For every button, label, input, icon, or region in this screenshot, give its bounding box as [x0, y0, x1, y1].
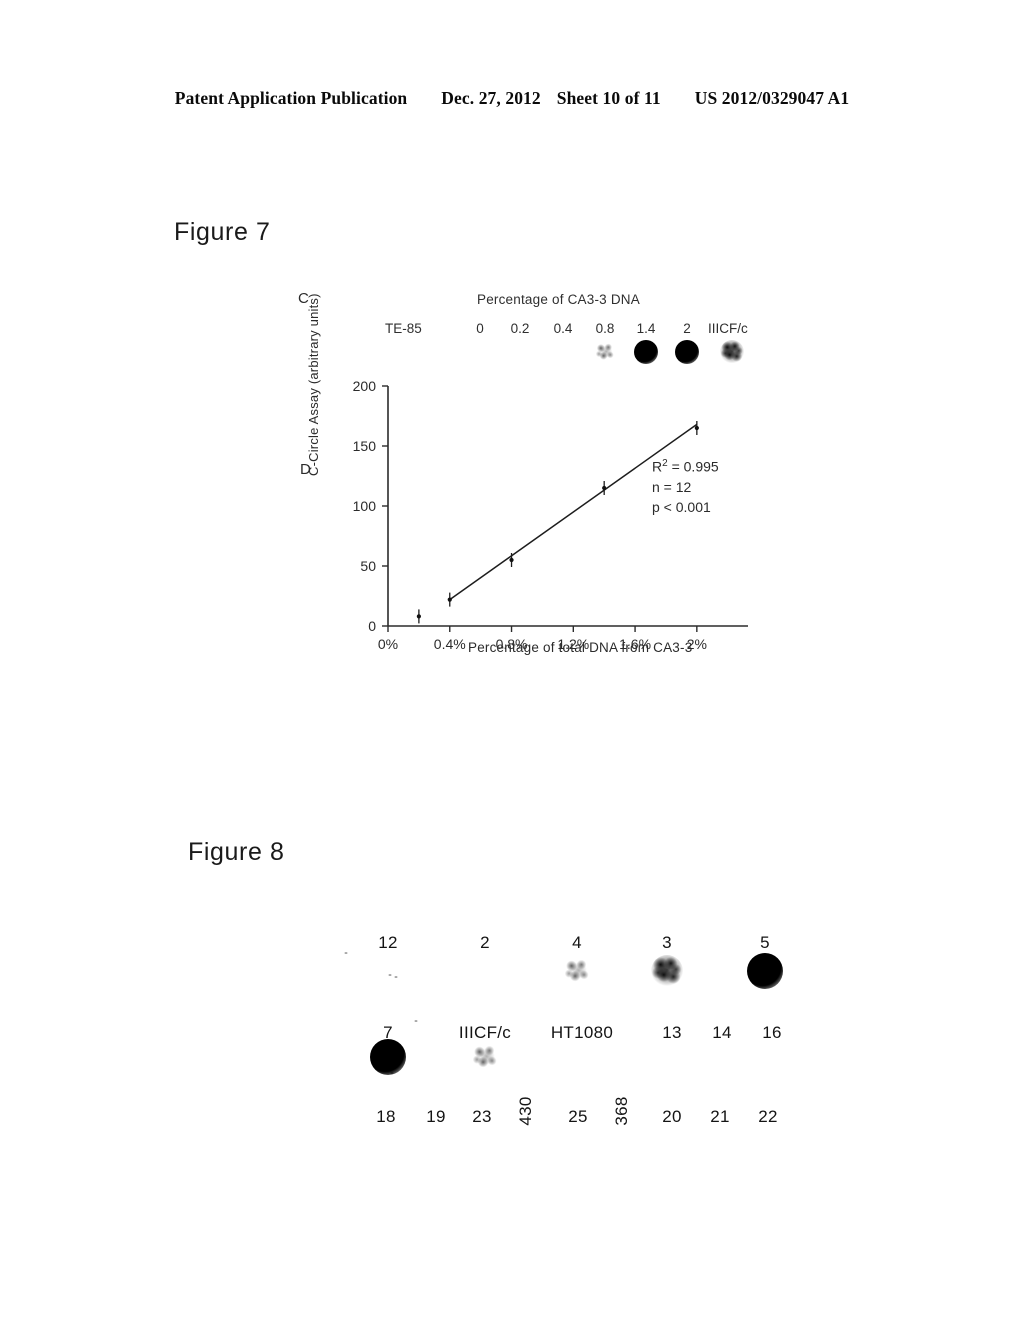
panel-c-blot-dot-0-8 — [593, 340, 617, 364]
figure-7-panel-c: C Percentage of CA3-3 DNA TE-85 IIICF/c … — [280, 280, 800, 370]
blot-label-19: 19 — [426, 1107, 446, 1126]
scan-artifact-speck — [388, 974, 392, 976]
chart-y-tick-50: 50 — [360, 558, 376, 574]
blot-label-25: 25 — [568, 1107, 588, 1126]
blot-dot-7 — [370, 1039, 406, 1075]
header-sheet-number: Sheet 10 of 11 — [556, 88, 661, 108]
panel-c-blot-dot-IIICF-c — [720, 340, 744, 364]
header-publication-label: Patent Application Publication — [174, 88, 408, 108]
blot-label-20: 20 — [662, 1107, 682, 1126]
scan-artifact-speck — [394, 976, 398, 978]
blot-label-23: 23 — [472, 1107, 492, 1126]
blot-label-4: 4 — [572, 933, 582, 952]
panel-c-blot-dot-2 — [675, 340, 699, 364]
blot-label-IIICF-c: IIICF/c — [458, 1023, 512, 1042]
blot-label-HT1080: HT1080 — [550, 1023, 614, 1042]
panel-c-sample-label: TE-85 — [385, 321, 422, 336]
panel-c-tick-0: 0 — [476, 321, 484, 336]
figure-7-panel-d: D 0 50 100 150 200 0% 0.4% 0.8% 1.2% 1.6% 2% C-Ci… — [280, 293, 800, 688]
panel-c-tick-2: 2 — [683, 321, 691, 336]
chart-stat-n: n = 12 — [652, 478, 692, 495]
blot-label-368: 368 — [612, 1096, 631, 1126]
blot-label-21: 21 — [710, 1107, 730, 1126]
blot-label-14: 14 — [712, 1023, 732, 1042]
page-header: Patent Application Publication Dec. 27, … — [0, 88, 1024, 109]
chart-stat-r-squared: R2 = 0.995 — [652, 458, 719, 475]
panel-c-tick-0-2: 0.2 — [510, 321, 530, 336]
scan-artifact-speck — [414, 1020, 418, 1022]
figure-7: C Percentage of CA3-3 DNA TE-85 IIICF/c … — [280, 280, 800, 690]
figure-8-caption: Figure 8 — [188, 838, 285, 866]
chart-stat-p: p < 0.001 — [652, 498, 711, 515]
chart-x-tick-0: 0% — [377, 636, 399, 652]
blot-label-5: 5 — [760, 933, 770, 952]
blot-label-430: 430 — [516, 1096, 535, 1126]
panel-c-tick-1-4: 1.4 — [636, 321, 656, 336]
blot-label-3: 3 — [662, 933, 672, 952]
blot-label-18: 18 — [376, 1107, 396, 1126]
blot-dot-IIICF-c — [469, 1041, 501, 1073]
scan-artifact-speck — [344, 952, 348, 954]
panel-c-right-label: IIICF/c — [708, 321, 748, 336]
chart-x-tick-04: 0.4% — [433, 636, 466, 652]
figure-7-caption: Figure 7 — [174, 218, 271, 246]
panel-c-blot-dot-1-4 — [634, 340, 658, 364]
blot-label-2: 2 — [480, 933, 490, 952]
panel-c-title: Percentage of CA3-3 DNA — [477, 292, 640, 307]
panel-c-tick-0-4: 0.4 — [553, 321, 573, 336]
blot-label-12: 12 — [378, 933, 398, 952]
chart-y-tick-100: 100 — [352, 498, 376, 514]
header-document-number: US 2012/0329047 A1 — [694, 88, 850, 108]
figure-8-blot-row-2: 7 IIICF/c HT1080 13 14 16 — [330, 1005, 820, 1083]
chart-x-axis-title: Percentage of total DNA from CA3-3 — [468, 640, 693, 655]
blot-dot-3 — [651, 955, 683, 987]
blot-label-22: 22 — [758, 1107, 778, 1126]
figure-8: 12 2 4 3 5 7 IIICF/c HT1080 13 14 16 18 19 23 430 25 3… — [330, 905, 820, 1145]
blot-label-16: 16 — [762, 1023, 782, 1042]
chart-y-axis-title: C-Circle Assay (arbitrary units) — [306, 293, 321, 476]
blot-dot-5 — [747, 953, 783, 989]
figure-8-blot-row-1: 12 2 4 3 5 — [330, 905, 820, 1000]
blot-label-13: 13 — [662, 1023, 682, 1042]
chart-y-tick-200: 200 — [352, 378, 376, 394]
chart-statistics-annotation: R2 = 0.995 n = 12 p < 0.001 — [652, 454, 719, 517]
figure-8-blot-row-3: 18 19 23 430 25 368 20 21 22 — [330, 1072, 820, 1141]
panel-c-tick-0-8: 0.8 — [595, 321, 615, 336]
chart-y-tick-0: 0 — [368, 618, 376, 634]
scan-artifact-speck — [390, 1072, 394, 1074]
chart-y-tick-150: 150 — [352, 438, 376, 454]
blot-dot-4 — [561, 955, 593, 987]
header-date: Dec. 27, 2012 — [441, 88, 541, 108]
